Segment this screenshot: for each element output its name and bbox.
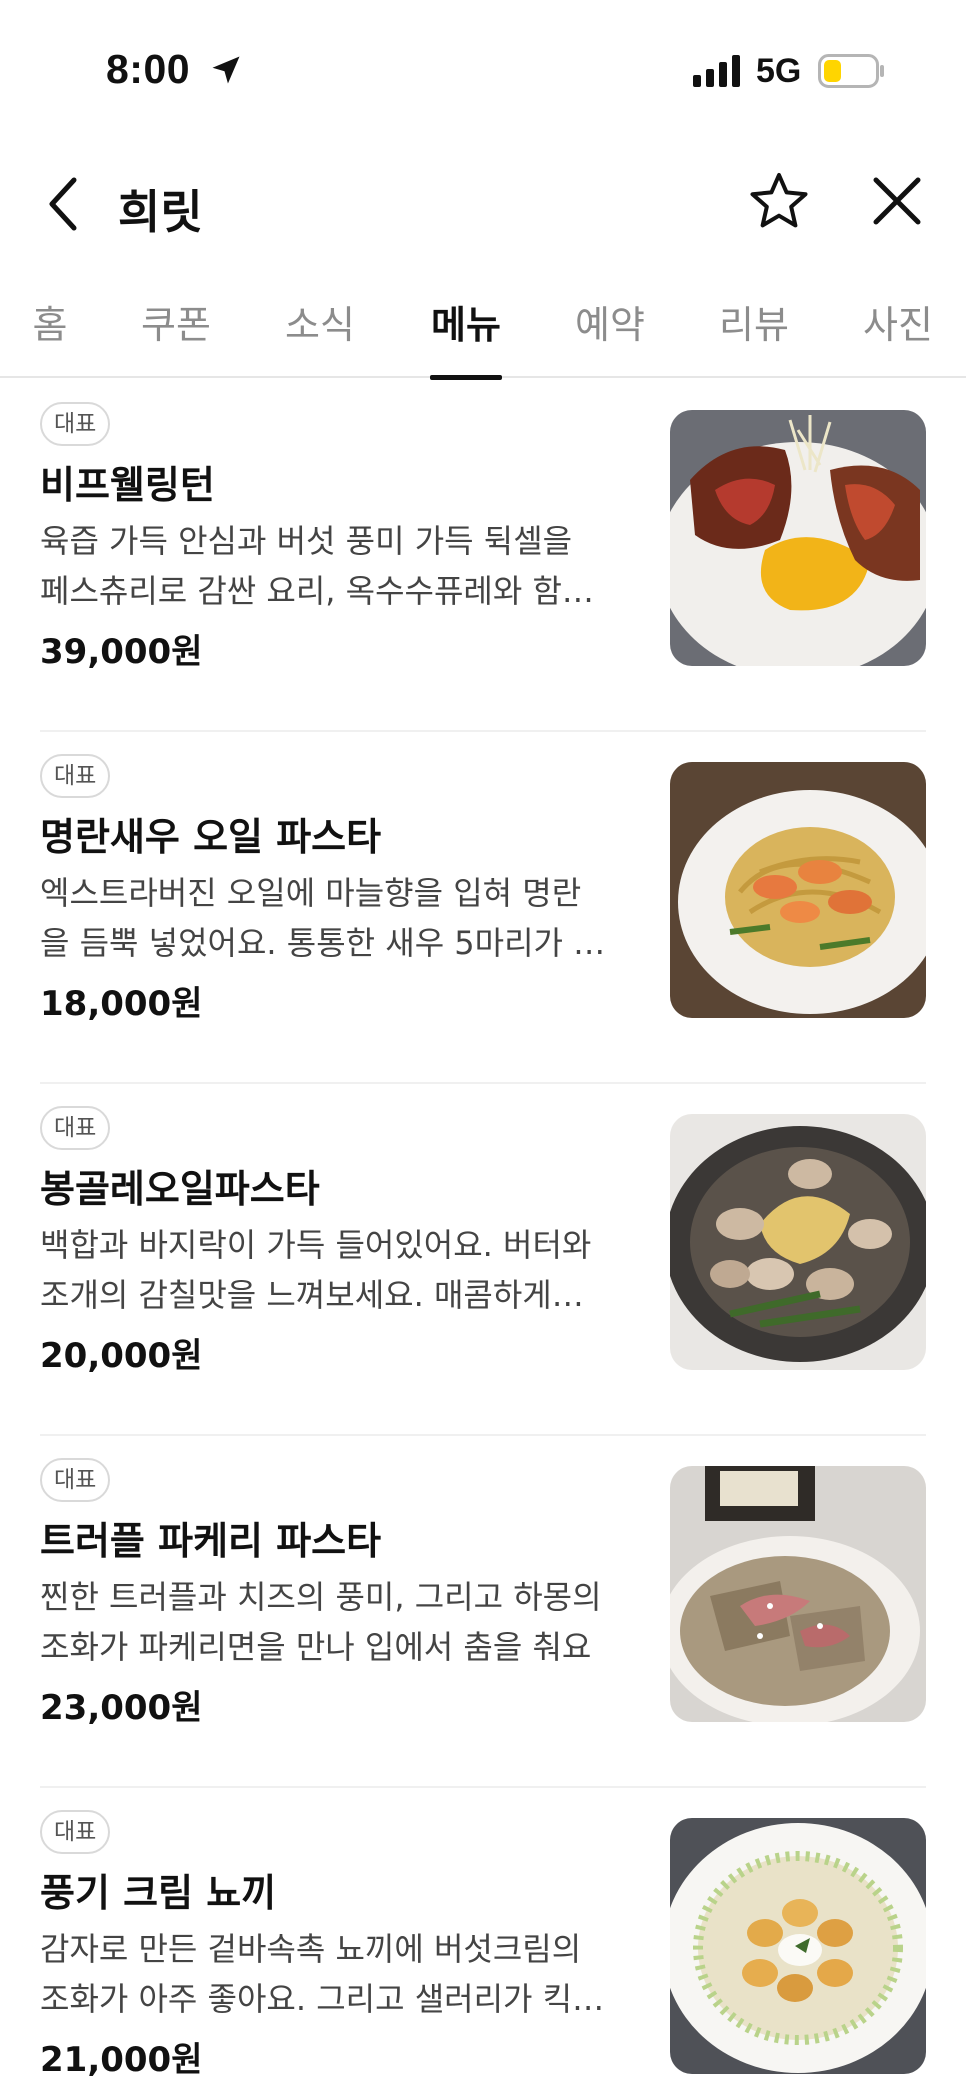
tab-home[interactable]: 홈 (30, 294, 70, 378)
description-line: 조개의 감칠맛을 느껴보세요. 매콤하게… (40, 1276, 584, 1314)
signature-badge: 대표 (40, 1106, 111, 1150)
battery-icon (818, 54, 884, 88)
menu-item-name: 트러플 파케리 파스타 (40, 1519, 382, 1563)
tab-coupon[interactable]: 쿠폰 (140, 294, 212, 378)
tab-review[interactable]: 리뷰 (718, 294, 790, 378)
menu-item-price: 20,000원 (40, 1336, 203, 1376)
description-line: 엑스트라버진 오일에 마늘향을 입혀 명란 (40, 874, 582, 912)
signature-badge: 대표 (40, 1458, 111, 1502)
menu-item-description: 엑스트라버진 오일에 마늘향을 입혀 명란 을 듬뿍 넣었어요. 통통한 새우 … (40, 868, 630, 968)
menu-item-shrimp-pasta[interactable]: 대표 명란새우 오일 파스타 엑스트라버진 오일에 마늘향을 입혀 명란 을 듬… (40, 732, 926, 1084)
menu-item-price: 18,000원 (40, 984, 203, 1024)
shrimp-pasta-photo[interactable] (670, 762, 926, 1018)
location-arrow-icon (212, 56, 240, 84)
menu-item-beef-wellington[interactable]: 대표 비프웰링턴 육즙 가득 안심과 버섯 풍미 가득 뒥셀을 페스츄리로 감싼… (40, 380, 926, 732)
menu-item-description: 감자로 만든 겉바속촉 뇨끼에 버섯크림의 조화가 아주 좋아요. 그리고 샐러… (40, 1924, 630, 2024)
description-line: 백합과 바지락이 가득 들어있어요. 버터와 (40, 1226, 592, 1264)
signature-badge: 대표 (40, 402, 111, 446)
menu-item-truffle-paccheri[interactable]: 대표 트러플 파케리 파스타 찐한 트러플과 치즈의 풍미, 그리고 하몽의 조… (40, 1436, 926, 1788)
description-line: 페스츄리로 감싼 요리, 옥수수퓨레와 함… (40, 572, 594, 610)
menu-item-description: 찐한 트러플과 치즈의 풍미, 그리고 하몽의 조화가 파케리면을 만나 입에서… (40, 1572, 630, 1672)
menu-item-price: 39,000원 (40, 632, 203, 672)
back-icon[interactable] (40, 174, 90, 234)
menu-item-name: 봉골레오일파스타 (40, 1167, 320, 1211)
menu-item-description: 육즙 가득 안심과 버섯 풍미 가득 뒥셀을 페스츄리로 감싼 요리, 옥수수퓨… (40, 516, 630, 616)
header: 희릿 (0, 150, 966, 260)
tab-menu[interactable]: 메뉴 (430, 294, 502, 380)
close-icon[interactable] (870, 174, 924, 228)
vongole-pasta-photo[interactable] (670, 1114, 926, 1370)
star-icon[interactable] (748, 170, 810, 232)
truffle-paccheri-photo[interactable] (670, 1466, 926, 1722)
menu-item-cream-gnocchi[interactable]: 대표 풍기 크림 뇨끼 감자로 만든 겉바속촉 뇨끼에 버섯크림의 조화가 아주… (40, 1788, 926, 2094)
menu-item-price: 21,000원 (40, 2040, 203, 2080)
status-time: 8:00 (106, 46, 191, 92)
description-line: 을 듬뿍 넣었어요. 통통한 새우 5마리가 … (40, 924, 606, 962)
status-bar: 8:00 5G (0, 0, 966, 140)
signature-badge: 대표 (40, 1810, 111, 1854)
cream-gnocchi-photo[interactable] (670, 1818, 926, 2074)
menu-item-name: 명란새우 오일 파스타 (40, 815, 382, 859)
menu-item-vongole-pasta[interactable]: 대표 봉골레오일파스타 백합과 바지락이 가득 들어있어요. 버터와 조개의 감… (40, 1084, 926, 1436)
description-line: 조화가 아주 좋아요. 그리고 샐러리가 킥… (40, 1980, 605, 2018)
tab-photo[interactable]: 사진 (862, 294, 934, 378)
description-line: 육즙 가득 안심과 버섯 풍미 가득 뒥셀을 (40, 522, 573, 560)
tab-news[interactable]: 소식 (284, 294, 356, 378)
signature-badge: 대표 (40, 754, 111, 798)
menu-item-name: 비프웰링턴 (40, 463, 215, 507)
signal-icon (693, 55, 740, 87)
page-title: 희릿 (118, 185, 203, 239)
menu-item-name: 풍기 크림 뇨끼 (40, 1871, 277, 1915)
network-type: 5G (756, 52, 802, 90)
description-line: 조화가 파케리면을 만나 입에서 춤을 춰요 (40, 1628, 592, 1666)
tab-bar: 홈 쿠폰 소식 메뉴 예약 리뷰 사진 (0, 280, 966, 380)
menu-item-price: 23,000원 (40, 1688, 203, 1728)
tab-reservation[interactable]: 예약 (574, 294, 646, 378)
menu-item-description: 백합과 바지락이 가득 들어있어요. 버터와 조개의 감칠맛을 느껴보세요. 매… (40, 1220, 630, 1320)
description-line: 감자로 만든 겉바속촉 뇨끼에 버섯크림의 (40, 1930, 582, 1968)
beef-wellington-photo[interactable] (670, 410, 926, 666)
description-line: 찐한 트러플과 치즈의 풍미, 그리고 하몽의 (40, 1578, 602, 1616)
